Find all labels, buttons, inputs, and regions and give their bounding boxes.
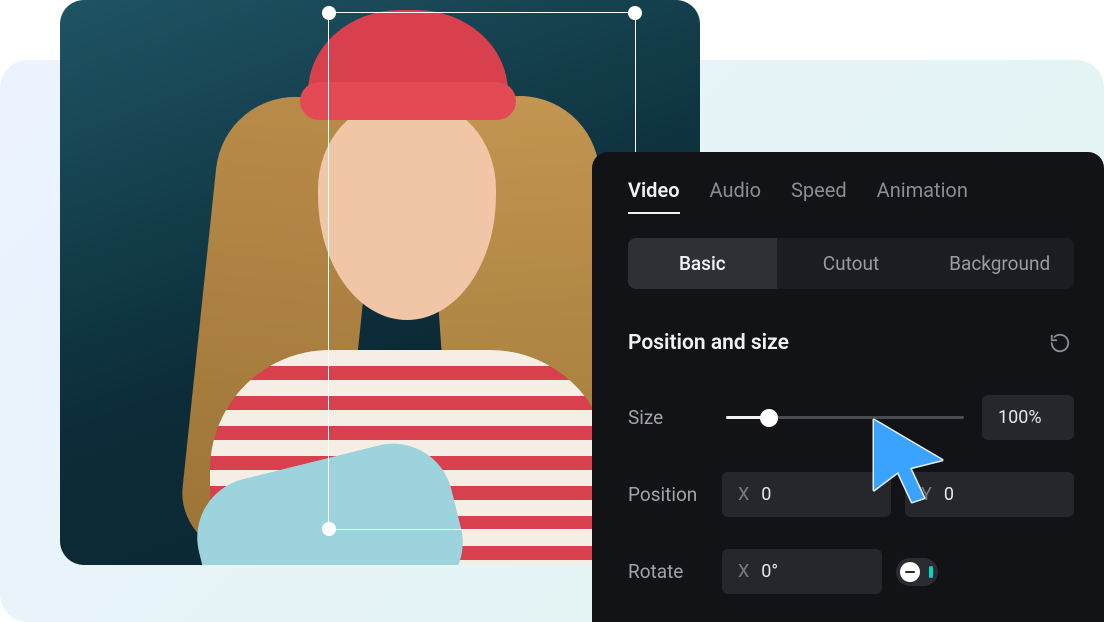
size-label: Size xyxy=(628,406,708,429)
size-row: Size 100% xyxy=(628,395,1074,440)
resize-handle-bottom-left[interactable] xyxy=(322,522,336,536)
size-slider[interactable] xyxy=(726,410,964,426)
position-y-prefix: Y xyxy=(921,484,932,505)
properties-panel: Video Audio Speed Animation Basic Cutout… xyxy=(592,152,1104,622)
size-value-input[interactable]: 100% xyxy=(982,395,1074,440)
reset-icon xyxy=(1049,332,1071,354)
rotate-row: Rotate X 0° xyxy=(628,549,1074,594)
position-x-prefix: X xyxy=(738,484,749,505)
position-x-value: 0 xyxy=(761,484,771,505)
tab-speed[interactable]: Speed xyxy=(791,178,847,214)
rotate-toggle[interactable] xyxy=(896,558,938,586)
rotate-x-prefix: X xyxy=(738,561,749,582)
position-y-input[interactable]: Y 0 xyxy=(905,472,1074,517)
rotate-x-value: 0° xyxy=(761,561,778,582)
position-label: Position xyxy=(628,483,708,506)
panel-sub-tabs: Basic Cutout Background xyxy=(628,238,1074,289)
tab-animation[interactable]: Animation xyxy=(877,178,968,214)
resize-handle-top-right[interactable] xyxy=(628,6,642,20)
position-row: Position X 0 Y 0 xyxy=(628,472,1074,517)
tab-audio[interactable]: Audio xyxy=(710,178,762,214)
slider-thumb[interactable] xyxy=(760,409,778,427)
size-value: 100% xyxy=(998,407,1042,428)
rotate-x-input[interactable]: X 0° xyxy=(722,549,882,594)
toggle-knob xyxy=(900,562,920,582)
reset-button[interactable] xyxy=(1046,329,1074,357)
subtab-background[interactable]: Background xyxy=(925,238,1074,289)
rotate-label: Rotate xyxy=(628,560,708,583)
subtab-basic[interactable]: Basic xyxy=(628,238,777,289)
panel-top-tabs: Video Audio Speed Animation xyxy=(628,178,1074,214)
subtab-cutout[interactable]: Cutout xyxy=(777,238,926,289)
resize-handle-top-left[interactable] xyxy=(322,6,336,20)
photo-illustration xyxy=(300,82,516,120)
tab-video[interactable]: Video xyxy=(628,178,680,214)
toggle-indicator xyxy=(929,566,933,578)
section-title: Position and size xyxy=(628,331,789,355)
position-x-input[interactable]: X 0 xyxy=(722,472,891,517)
position-y-value: 0 xyxy=(944,484,954,505)
section-header: Position and size xyxy=(628,329,1074,357)
